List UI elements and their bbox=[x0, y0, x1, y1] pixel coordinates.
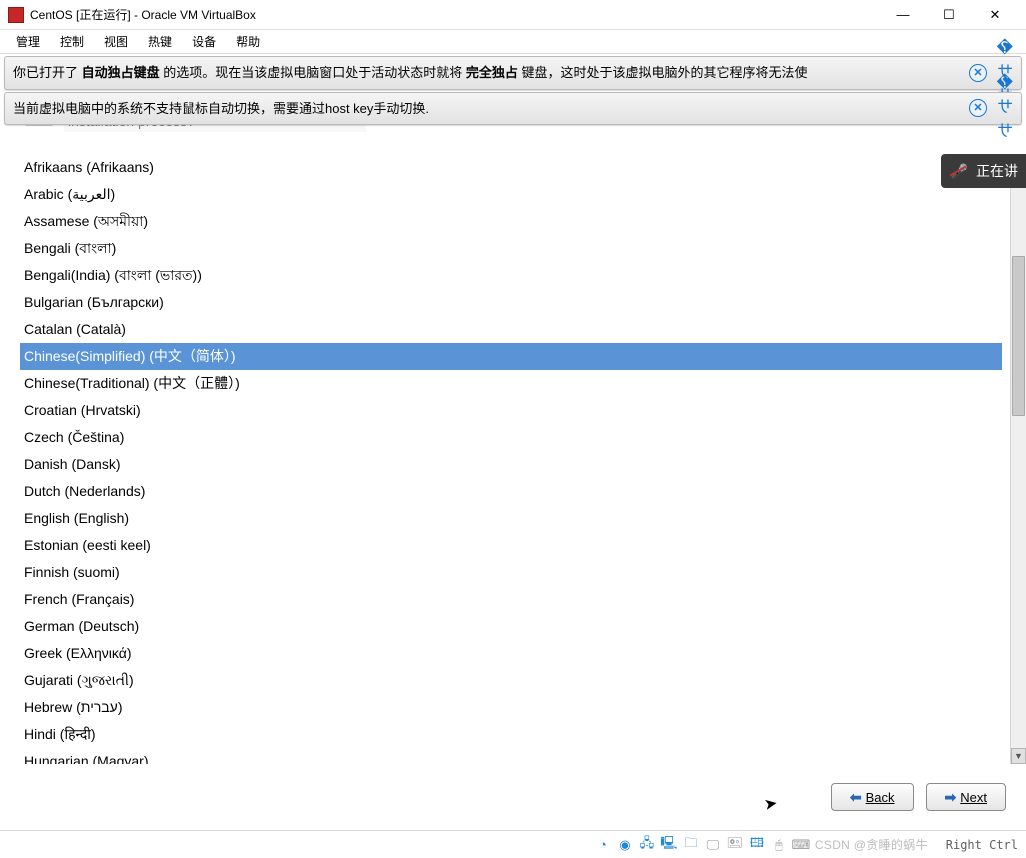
language-item[interactable]: Chinese(Traditional) (中文（正體）) bbox=[20, 370, 1002, 397]
audio-icon: 🖭 bbox=[727, 837, 743, 853]
language-item[interactable]: Hindi (हिन्दी) bbox=[20, 721, 1002, 748]
scroll-down-button[interactable]: ▼ bbox=[1011, 748, 1026, 764]
back-label: Back bbox=[866, 790, 895, 805]
notice2-text: 当前虚拟电脑中的系统不支持鼠标自动切换，需要通过host key手动切换. bbox=[13, 101, 429, 116]
hdd-icon: ◔ bbox=[595, 837, 611, 853]
notices: 你已打开了 自动独占键盘 的选项。现在当该虚拟电脑窗口处于活动状态时就将 完全独… bbox=[0, 56, 1026, 125]
language-item[interactable]: Estonian (eesti keel) bbox=[20, 532, 1002, 559]
notice1-p3: 键盘，这时处于该虚拟电脑外的其它程序将无法使 bbox=[518, 65, 808, 80]
disc-icon: ◉ bbox=[617, 837, 633, 853]
footer: ⬅ Back ➡ Next bbox=[0, 766, 1026, 828]
recording-badge-label: 正在讲 bbox=[976, 161, 1018, 181]
language-item[interactable]: Bengali(India) (বাংলা (ভারত)) bbox=[20, 262, 1002, 289]
mic-muted-icon: 🎤 bbox=[951, 163, 968, 180]
notice2-close-icon[interactable]: ✕ bbox=[969, 99, 987, 117]
language-item[interactable]: Assamese (অসমীয়া) bbox=[20, 208, 1002, 235]
notice1-close-icon[interactable]: ✕ bbox=[969, 64, 987, 82]
network-icon: 🖧 bbox=[639, 837, 655, 853]
language-item[interactable]: Dutch (Nederlands) bbox=[20, 478, 1002, 505]
scroll-track[interactable] bbox=[1011, 170, 1026, 748]
language-item[interactable]: Afrikaans (Afrikaans) bbox=[20, 154, 1002, 181]
language-item[interactable]: Greek (Ελληνικά) bbox=[20, 640, 1002, 667]
display-icon: 🖵 bbox=[705, 837, 721, 853]
keyboard-capture-notice: 你已打开了 自动独占键盘 的选项。现在当该虚拟电脑窗口处于活动状态时就将 完全独… bbox=[4, 56, 1022, 90]
close-button[interactable]: ✕ bbox=[972, 0, 1018, 30]
notice1-b2: 完全独占 bbox=[466, 65, 518, 80]
scroll-thumb[interactable] bbox=[1012, 256, 1025, 416]
language-list-panel: Afrikaans (Afrikaans)Arabic (العربية)Ass… bbox=[10, 154, 1008, 764]
language-item[interactable]: German (Deutsch) bbox=[20, 613, 1002, 640]
notice1-p2: 的选项。现在当该虚拟电脑窗口处于活动状态时就将 bbox=[160, 65, 466, 80]
menu-view[interactable]: 视图 bbox=[94, 31, 138, 52]
back-button[interactable]: ⬅ Back bbox=[831, 783, 914, 811]
language-item[interactable]: Finnish (suomi) bbox=[20, 559, 1002, 586]
language-item[interactable]: Gujarati (ગુજરાતી) bbox=[20, 667, 1002, 694]
app-icon bbox=[8, 7, 24, 23]
menu-manage[interactable]: 管理 bbox=[6, 31, 50, 52]
hostkey-label: Right Ctrl bbox=[946, 838, 1018, 852]
notice1-p1: 你已打开了 bbox=[13, 65, 82, 80]
minimize-button[interactable]: ― bbox=[880, 0, 926, 30]
mouse-integration-icon: 🖰 bbox=[771, 837, 787, 853]
language-item[interactable]: Czech (Čeština) bbox=[20, 424, 1002, 451]
menu-help[interactable]: 帮助 bbox=[226, 31, 270, 52]
language-item[interactable]: Hungarian (Magyar) bbox=[20, 748, 1002, 764]
language-item[interactable]: Danish (Dansk) bbox=[20, 451, 1002, 478]
language-item[interactable]: Chinese(Simplified) (中文（简体）) bbox=[20, 343, 1002, 370]
menubar: 管理 控制 视图 热键 设备 帮助 bbox=[0, 30, 1026, 54]
language-item[interactable]: Bengali (বাংলা) bbox=[20, 235, 1002, 262]
scrollbar[interactable]: ▲ ▼ bbox=[1010, 154, 1026, 764]
camera-icon: 🖽 bbox=[749, 837, 765, 853]
watermark: CSDN @贪睡的蜗牛 bbox=[815, 836, 928, 853]
mouse-integration-notice: 当前虚拟电脑中的系统不支持鼠标自动切换，需要通过host key手动切换. ✕ … bbox=[4, 92, 1022, 126]
notice2-toggle-icon[interactable]: �ササ bbox=[995, 99, 1013, 117]
language-item[interactable]: Arabic (العربية) bbox=[20, 181, 1002, 208]
language-list[interactable]: Afrikaans (Afrikaans)Arabic (العربية)Ass… bbox=[20, 154, 1002, 764]
language-item[interactable]: Catalan (Català) bbox=[20, 316, 1002, 343]
next-button[interactable]: ➡ Next bbox=[926, 783, 1006, 811]
titlebar: CentOS [正在运行] - Oracle VM VirtualBox ― ☐… bbox=[0, 0, 1026, 30]
window-title: CentOS [正在运行] - Oracle VM VirtualBox bbox=[30, 6, 880, 23]
next-label: Next bbox=[960, 790, 987, 805]
menu-devices[interactable]: 设备 bbox=[182, 31, 226, 52]
menu-hotkeys[interactable]: 热键 bbox=[138, 31, 182, 52]
language-item[interactable]: Bulgarian (Български) bbox=[20, 289, 1002, 316]
menu-control[interactable]: 控制 bbox=[50, 31, 94, 52]
language-item[interactable]: French (Français) bbox=[20, 586, 1002, 613]
arrow-right-icon: ➡ bbox=[945, 789, 957, 806]
arrow-left-icon: ⬅ bbox=[850, 789, 862, 806]
window-controls: ― ☐ ✕ bbox=[880, 0, 1018, 30]
language-item[interactable]: English (English) bbox=[20, 505, 1002, 532]
notice1-b1: 自动独占键盘 bbox=[82, 65, 160, 80]
usb-icon: 🖳 bbox=[661, 837, 677, 853]
maximize-button[interactable]: ☐ bbox=[926, 0, 972, 30]
statusbar: ◔ ◉ 🖧 🖳 🗀 🖵 🖭 🖽 🖰 ⌨ CSDN @贪睡的蜗牛 Right Ct… bbox=[0, 830, 1026, 858]
shared-folder-icon: 🗀 bbox=[683, 837, 699, 853]
language-item[interactable]: Hebrew (עברית) bbox=[20, 694, 1002, 721]
keyboard-capture-icon: ⌨ bbox=[793, 837, 809, 853]
recording-badge: 🎤 正在讲 bbox=[941, 154, 1026, 188]
language-item[interactable]: Croatian (Hrvatski) bbox=[20, 397, 1002, 424]
